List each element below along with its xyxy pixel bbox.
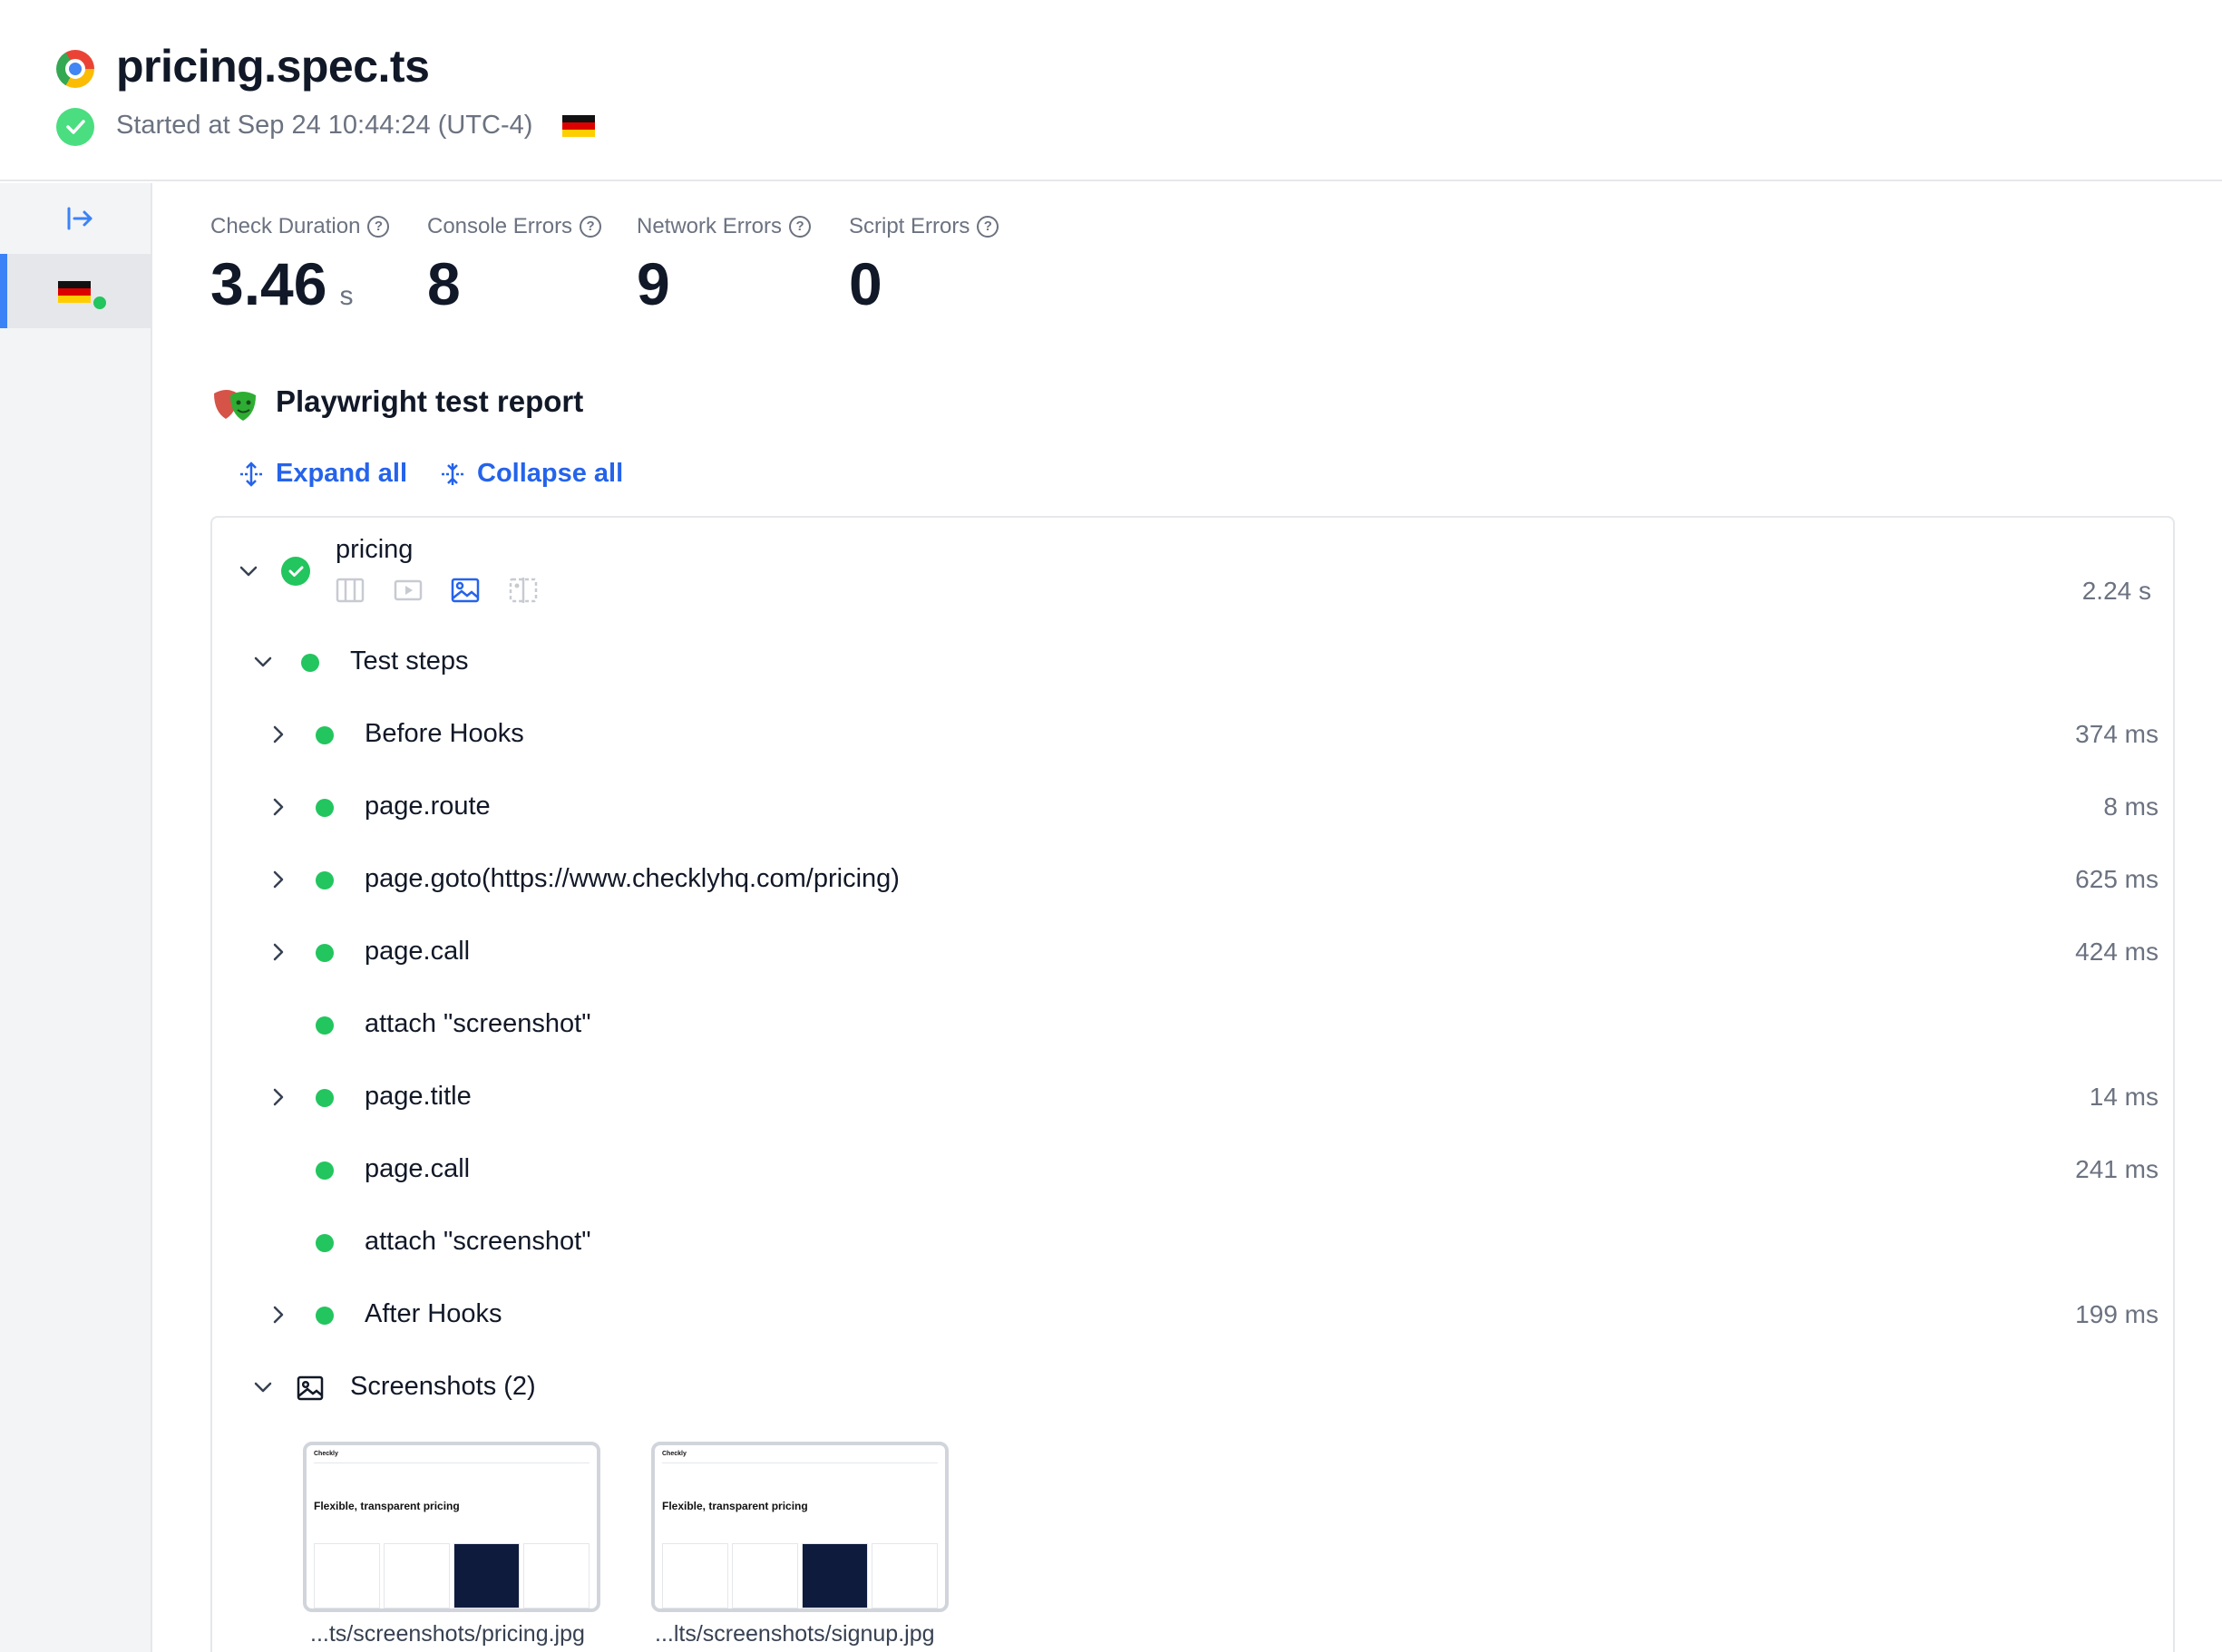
chevron-right-icon[interactable] bbox=[266, 1302, 291, 1327]
status-dot bbox=[316, 1089, 334, 1107]
metric-check-duration: Check Duration? 3.46 s bbox=[210, 214, 390, 317]
test-steps-label: Test steps bbox=[350, 646, 469, 675]
step-label: page.call bbox=[365, 1154, 471, 1183]
metric-label: Script Errors bbox=[849, 214, 970, 238]
metric-label: Console Errors bbox=[427, 214, 573, 238]
collapse-all-label: Collapse all bbox=[477, 459, 624, 488]
chevron-right-icon[interactable] bbox=[266, 867, 291, 892]
help-icon[interactable]: ? bbox=[580, 216, 602, 238]
step-label[interactable]: page.call bbox=[365, 937, 470, 967]
page-title: pricing.spec.ts bbox=[116, 41, 430, 92]
status-dot bbox=[316, 1016, 334, 1035]
active-indicator bbox=[0, 254, 7, 328]
step-duration: 625 ms bbox=[2075, 865, 2159, 893]
screenshots-label: Screenshots (2) bbox=[350, 1372, 536, 1401]
screenshot-filename[interactable]: ...ts/screenshots/pricing.jpg bbox=[310, 1621, 585, 1647]
status-dot bbox=[316, 1161, 334, 1180]
metric-unit: s bbox=[339, 281, 354, 311]
test-duration: 2.24 s bbox=[2081, 577, 2151, 605]
step-label[interactable]: Before Hooks bbox=[365, 719, 524, 749]
image-icon bbox=[297, 1375, 324, 1401]
thumbnail-nav: Checkly bbox=[662, 1451, 938, 1463]
expand-icon bbox=[240, 461, 262, 487]
step-duration: 199 ms bbox=[2075, 1300, 2159, 1328]
status-dot bbox=[316, 799, 334, 817]
step-label[interactable]: page.title bbox=[365, 1082, 472, 1112]
thumbnail-nav: Checkly bbox=[314, 1451, 590, 1463]
step-duration: 241 ms bbox=[2075, 1155, 2159, 1183]
screenshot-filename[interactable]: ...lts/screenshots/signup.jpg bbox=[655, 1621, 935, 1647]
playwright-masks-icon bbox=[214, 390, 256, 421]
test-passed-icon bbox=[281, 557, 310, 586]
expand-sidebar-icon[interactable] bbox=[65, 203, 96, 234]
trace-icon[interactable] bbox=[335, 575, 365, 606]
step-label: attach "screenshot" bbox=[365, 1227, 591, 1256]
chevron-right-icon[interactable] bbox=[266, 722, 291, 747]
metric-label: Network Errors bbox=[637, 214, 783, 238]
step-duration: 8 ms bbox=[2103, 792, 2159, 821]
metric-script-errors: Script Errors? 0 bbox=[849, 214, 999, 314]
chevron-right-icon[interactable] bbox=[266, 939, 291, 965]
started-at-text: Started at Sep 24 10:44:24 (UTC-4) bbox=[116, 111, 533, 140]
chevron-right-icon[interactable] bbox=[266, 794, 291, 820]
collapse-all-button[interactable]: Collapse all bbox=[439, 459, 623, 489]
step-duration: 424 ms bbox=[2075, 938, 2159, 966]
metric-value: 3.46 bbox=[210, 250, 327, 317]
help-icon[interactable]: ? bbox=[789, 216, 812, 238]
screenshot-thumbnail[interactable]: Checkly Flexible, transparent pricing bbox=[651, 1442, 949, 1612]
chrome-icon bbox=[56, 50, 94, 88]
thumbnail-heading: Flexible, transparent pricing bbox=[662, 1500, 808, 1512]
expand-all-button[interactable]: Expand all bbox=[238, 459, 407, 489]
expand-all-label: Expand all bbox=[276, 459, 408, 488]
chevron-down-icon[interactable] bbox=[250, 649, 276, 675]
status-dot bbox=[91, 294, 109, 312]
metric-label: Check Duration bbox=[210, 214, 361, 238]
metric-console-errors: Console Errors? 8 bbox=[427, 214, 602, 317]
success-check-icon bbox=[56, 108, 94, 146]
thumbnail-heading: Flexible, transparent pricing bbox=[314, 1500, 460, 1512]
metric-value: 9 bbox=[637, 250, 670, 317]
test-name: pricing bbox=[336, 535, 414, 564]
status-dot bbox=[316, 944, 334, 962]
step-duration: 14 ms bbox=[2089, 1083, 2159, 1111]
step-label[interactable]: After Hooks bbox=[365, 1299, 502, 1329]
metric-network-errors: Network Errors? 9 bbox=[637, 214, 812, 317]
metric-value: 8 bbox=[427, 250, 461, 317]
image-diff-icon[interactable] bbox=[508, 575, 539, 606]
status-dot bbox=[316, 1234, 334, 1252]
step-label: attach "screenshot" bbox=[365, 1009, 591, 1038]
status-dot bbox=[316, 1307, 334, 1325]
chevron-down-icon[interactable] bbox=[236, 559, 261, 584]
status-dot bbox=[301, 654, 319, 672]
chevron-right-icon[interactable] bbox=[266, 1084, 291, 1110]
report-title: Playwright test report bbox=[276, 384, 584, 418]
help-icon[interactable]: ? bbox=[977, 216, 999, 238]
germany-flag-icon bbox=[58, 281, 91, 303]
germany-flag-icon bbox=[562, 115, 595, 137]
step-duration: 374 ms bbox=[2075, 720, 2159, 748]
chevron-down-icon[interactable] bbox=[250, 1375, 276, 1400]
screenshot-thumbnail[interactable]: Checkly Flexible, transparent pricing bbox=[303, 1442, 600, 1612]
video-icon[interactable] bbox=[393, 575, 424, 606]
status-dot bbox=[316, 726, 334, 744]
collapse-icon bbox=[442, 462, 463, 485]
sidebar bbox=[0, 183, 152, 1652]
help-icon[interactable]: ? bbox=[367, 216, 390, 238]
sidebar-location-germany[interactable] bbox=[0, 254, 151, 328]
metric-value: 0 bbox=[849, 250, 882, 317]
status-dot bbox=[316, 871, 334, 889]
step-label[interactable]: page.route bbox=[365, 792, 491, 821]
check-header: pricing.spec.ts Started at Sep 24 10:44:… bbox=[0, 0, 2222, 181]
step-label[interactable]: page.goto(https://www.checklyhq.com/pric… bbox=[365, 864, 900, 894]
image-icon[interactable] bbox=[450, 575, 481, 606]
